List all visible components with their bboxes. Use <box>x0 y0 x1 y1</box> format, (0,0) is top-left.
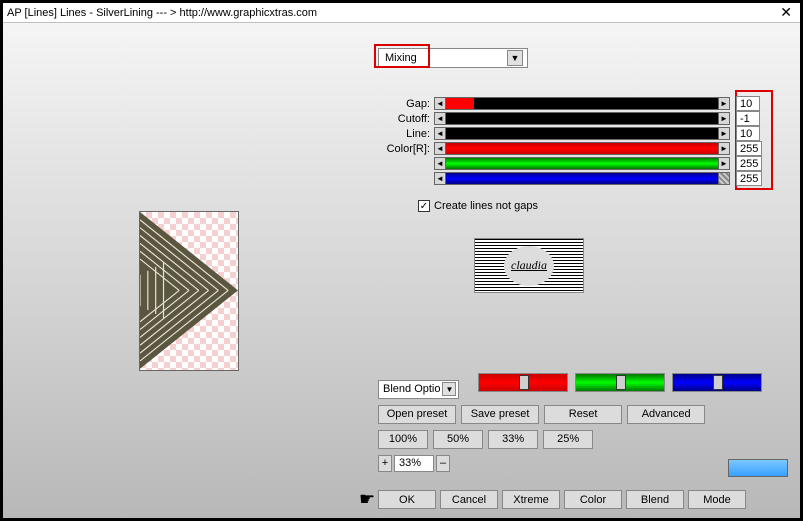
gap-left-arrow[interactable]: ◄ <box>434 97 446 110</box>
line-right-arrow[interactable]: ► <box>718 127 730 140</box>
cutoff-label: Cutoff: <box>378 113 434 125</box>
reset-button[interactable]: Reset <box>544 405 622 424</box>
zoom-25-button[interactable]: 25% <box>543 430 593 449</box>
r-slider[interactable] <box>446 142 718 155</box>
g-value[interactable]: 255 <box>736 156 762 171</box>
color-button[interactable]: Color <box>564 490 622 509</box>
g-right-arrow[interactable]: ► <box>718 157 730 170</box>
b-slider[interactable] <box>446 172 718 185</box>
ok-button[interactable]: OK <box>378 490 436 509</box>
b-value[interactable]: 255 <box>736 171 762 186</box>
highlight-box-mixing <box>374 44 430 68</box>
r-right-arrow[interactable]: ► <box>718 142 730 155</box>
blend-options-label: Blend Optio <box>383 383 440 395</box>
gap-slider[interactable] <box>446 97 718 110</box>
pointer-hand-icon: ☛ <box>359 489 375 510</box>
cutoff-slider[interactable] <box>446 112 718 125</box>
claudia-logo-text: claudia <box>504 246 554 286</box>
chevron-down-icon[interactable]: ▼ <box>442 382 456 396</box>
create-lines-checkbox[interactable]: ✓ <box>418 200 430 212</box>
blend-button[interactable]: Blend <box>626 490 684 509</box>
cancel-button[interactable]: Cancel <box>440 490 498 509</box>
advanced-button[interactable]: Advanced <box>627 405 705 424</box>
save-preset-button[interactable]: Save preset <box>461 405 539 424</box>
line-slider[interactable] <box>446 127 718 140</box>
green-adjust-slider[interactable] <box>575 373 665 392</box>
window-title: AP [Lines] Lines - SilverLining --- > ht… <box>7 7 776 19</box>
zoom-100-button[interactable]: 100% <box>378 430 428 449</box>
open-preset-button[interactable]: Open preset <box>378 405 456 424</box>
r-left-arrow[interactable]: ◄ <box>434 142 446 155</box>
gap-right-arrow[interactable]: ► <box>718 97 730 110</box>
color-label: Color[R]: <box>378 143 434 155</box>
zoom-plus-button[interactable]: + <box>378 455 392 472</box>
cutoff-right-arrow[interactable]: ► <box>718 112 730 125</box>
g-slider[interactable] <box>446 157 718 170</box>
b-left-arrow[interactable]: ◄ <box>434 172 446 185</box>
zoom-minus-button[interactable]: – <box>436 455 450 472</box>
cutoff-left-arrow[interactable]: ◄ <box>434 112 446 125</box>
zoom-50-button[interactable]: 50% <box>433 430 483 449</box>
create-lines-label: Create lines not gaps <box>434 200 538 212</box>
gap-value[interactable]: 10 <box>736 96 760 111</box>
color-swatch[interactable] <box>728 459 788 477</box>
preview-image <box>139 211 239 371</box>
claudia-logo: claudia <box>474 238 584 293</box>
g-left-arrow[interactable]: ◄ <box>434 157 446 170</box>
blend-options-dropdown[interactable]: Blend Optio ▼ <box>378 380 459 399</box>
mode-button[interactable]: Mode <box>688 490 746 509</box>
blue-adjust-slider[interactable] <box>672 373 762 392</box>
line-value[interactable]: 10 <box>736 126 760 141</box>
line-left-arrow[interactable]: ◄ <box>434 127 446 140</box>
zoom-value[interactable]: 33% <box>394 455 434 472</box>
xtreme-button[interactable]: Xtreme <box>502 490 560 509</box>
close-icon[interactable]: ✕ <box>776 4 796 21</box>
gap-label: Gap: <box>378 98 434 110</box>
zoom-33-button[interactable]: 33% <box>488 430 538 449</box>
line-label: Line: <box>378 128 434 140</box>
chevron-down-icon[interactable]: ▼ <box>507 50 523 66</box>
cutoff-value[interactable]: -1 <box>736 111 760 126</box>
red-adjust-slider[interactable] <box>478 373 568 392</box>
b-right-dots[interactable] <box>718 172 730 185</box>
r-value[interactable]: 255 <box>736 141 762 156</box>
